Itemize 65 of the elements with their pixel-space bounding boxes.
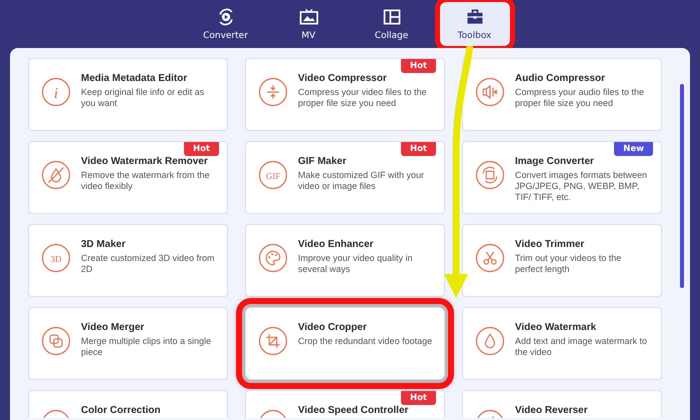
tool-card[interactable]: Video Enhancer Improve your video quality in several ways (245, 224, 445, 297)
overlap-squares-icon (41, 326, 71, 356)
tool-card[interactable]: Video Reverser (462, 390, 662, 418)
image-convert-icon (475, 160, 505, 190)
tool-description: Remove the watermark from the video flexibly (81, 170, 211, 192)
info-icon: i (41, 77, 71, 107)
tool-title: Video Reverser (515, 405, 588, 416)
layout-icon (382, 7, 402, 27)
tool-card[interactable]: Color Correction (28, 390, 228, 418)
tool-card[interactable]: Video Watermark Add text and image watermark to the video (462, 307, 662, 380)
tab[interactable]: MV (274, 2, 344, 46)
tool-description: Compress your audio files to the proper file size you need (515, 87, 646, 109)
scissors-icon (475, 243, 505, 273)
scrollbar-thumb[interactable] (680, 84, 684, 288)
badge: New (614, 142, 653, 156)
palette-icon (258, 243, 288, 273)
tab[interactable]: Collage (356, 2, 426, 46)
tool-description: Create customized 3D video from 2D (81, 253, 216, 275)
tool-title: Audio Compressor (515, 73, 606, 84)
compress-icon (258, 77, 288, 107)
tool-title: Video Merger (81, 322, 146, 333)
tool-card[interactable]: Video Trimmer Trim out your videos to the perfect length (462, 224, 662, 297)
tool-card[interactable]: GIF GIF Maker Make customized GIF with your video or image files Hot (245, 141, 445, 214)
tab[interactable]: Toolbox (440, 2, 510, 46)
tool-description: Crop the redundant video footage (298, 336, 432, 347)
drop-slash-icon (41, 160, 71, 190)
badge: Hot (400, 391, 436, 405)
tv-icon (298, 7, 318, 27)
tool-card[interactable]: Video Watermark Remover Remove the watermark from the video flexibly Hot (28, 141, 228, 214)
tool-card[interactable]: 3D 3D Maker Create customized 3D video from 2D (28, 224, 228, 297)
tool-card[interactable]: Video Compressor Compress your video files to the proper file size you need Hot (245, 58, 445, 131)
badge: Hot (400, 59, 436, 73)
drop-icon (475, 326, 505, 356)
tool-title: Image Converter (515, 156, 595, 167)
tool-title: Video Trimmer (515, 239, 586, 250)
3d-icon: 3D (41, 243, 71, 273)
tool-title: Video Cropper (298, 322, 368, 333)
tool-card[interactable]: i Media Metadata Editor Keep original file info or edit as you want (28, 58, 228, 131)
tool-card[interactable]: Video Speed Controller Hot (245, 390, 445, 418)
tool-title: Video Compressor (298, 73, 388, 84)
tool-card[interactable]: Image Converter Convert images formats between JPG/JPEG, PNG, WEBP, BMP, TIF/ TIFF, etc. New (462, 141, 662, 214)
tool-description: Add text and image watermark to the video (515, 336, 648, 358)
tool-title: Video Watermark (515, 322, 598, 333)
tool-title: 3D Maker (81, 239, 126, 250)
tool-description: Improve your video quality in several ways (298, 253, 414, 275)
tool-title: Video Enhancer (298, 239, 374, 250)
speaker-icon (475, 77, 505, 107)
badge: Hot (184, 142, 219, 156)
tab[interactable]: Converter (190, 2, 260, 46)
tool-title: Color Correction (81, 405, 160, 416)
tool-title: Video Watermark Remover (81, 156, 209, 167)
tool-description: Compress your video files to the proper file size you need (298, 87, 428, 109)
tool-description: Convert images formats between JPG/JPEG, PNG, WEBP, BMP, TIF/ TIFF, etc. (515, 170, 648, 202)
tool-title: Video Speed Controller (298, 405, 408, 416)
tool-description: Trim out your videos to the perfect length (515, 253, 622, 275)
tool-card[interactable]: Audio Compressor Compress your audio files to the proper file size you need (462, 58, 662, 131)
tool-card[interactable]: Video Merger Merge multiple clips into a single piece (28, 307, 228, 380)
badge: Hot (400, 142, 436, 156)
crop-icon (258, 326, 288, 356)
tool-description: Merge multiple clips into a single piece (81, 336, 212, 358)
gif-icon: GIF (258, 160, 288, 190)
tool-title: GIF Maker (298, 156, 348, 167)
tool-title: Media Metadata Editor (81, 73, 188, 84)
tool-description: Make customized GIF with your video or image files (298, 170, 426, 192)
tool-description: Keep original file info or edit as you want (81, 87, 206, 109)
